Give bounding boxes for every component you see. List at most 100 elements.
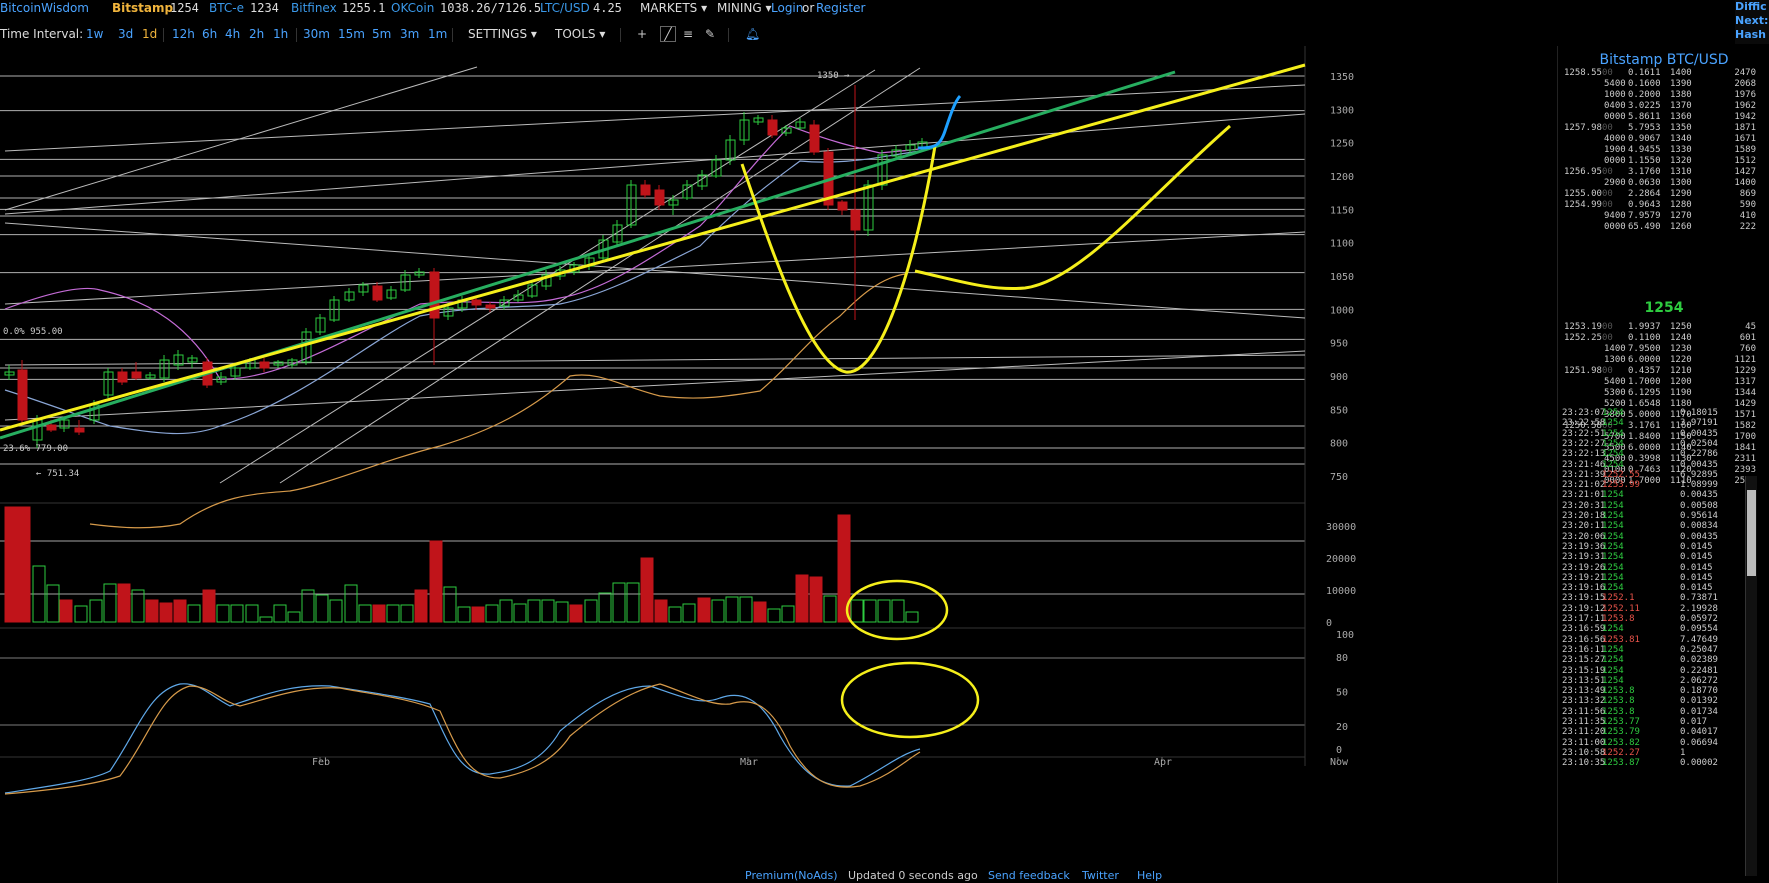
ask-price: 1900	[1564, 145, 1626, 155]
interval-15m[interactable]: 15m	[338, 27, 365, 41]
markets-menu[interactable]: MARKETS ▾	[640, 1, 707, 15]
trade-price: 1253.8	[1602, 614, 1635, 624]
fib-tool-icon[interactable]: ≡	[683, 27, 693, 41]
volume-bar	[541, 599, 555, 623]
volume-series	[4, 506, 919, 623]
trade-amount: 0.02504	[1680, 438, 1718, 449]
trade-row: 23:10:35 1253.87 0.00002	[1558, 758, 1763, 770]
login-link[interactable]: Login	[771, 1, 803, 15]
twitter-link[interactable]: Twitter	[1082, 869, 1119, 882]
toolbar-divider	[163, 28, 164, 42]
candle-body	[850, 209, 861, 231]
ask-col: 0.0630	[1628, 178, 1661, 188]
updated-status: Updated 0 seconds ago	[848, 869, 978, 882]
interval-1h[interactable]: 1h	[273, 27, 288, 41]
trade-time: 23:16:59	[1562, 624, 1606, 635]
interval-2h[interactable]: 2h	[249, 27, 264, 41]
interval-3m[interactable]: 3m	[400, 27, 419, 41]
volume-bar	[230, 604, 244, 623]
register-link[interactable]: Register	[816, 1, 865, 15]
trade-amount: 0.22786	[1680, 449, 1718, 460]
price-chart[interactable]: 1350130012501200115011001050100095090085…	[0, 46, 1556, 883]
ask-row: 0000 65.490 1260 222	[1558, 222, 1763, 234]
volume-bar	[584, 599, 598, 623]
trade-time: 23:11:56	[1562, 706, 1606, 717]
ask-col: 1380	[1670, 90, 1692, 100]
interval-3d[interactable]: 3d	[118, 27, 133, 41]
volume-bar	[414, 589, 428, 623]
interval-12h[interactable]: 12h	[172, 27, 195, 41]
ticker-okcoin[interactable]: OKCoin	[391, 1, 434, 15]
ticker-btce[interactable]: BTC-e	[209, 1, 244, 15]
volume-bar	[569, 604, 583, 623]
volume-highlight-ellipse	[845, 579, 949, 641]
ask-price: 1256.9500	[1564, 167, 1613, 177]
time-interval-label: Time Interval:	[0, 27, 84, 41]
interval-1w[interactable]: 1w	[86, 27, 103, 41]
mining-menu[interactable]: MINING ▾	[717, 1, 772, 15]
feedback-link[interactable]: Send feedback	[988, 869, 1070, 882]
interval-5m[interactable]: 5m	[372, 27, 391, 41]
volume-bar	[485, 604, 499, 623]
mining-label: MINING	[717, 1, 762, 15]
bid-col: 0.4357	[1628, 366, 1661, 376]
trade-price: 1254	[1602, 562, 1624, 573]
ask-price: 4000	[1564, 134, 1626, 144]
alert-bell-icon[interactable]: 🔔︎	[745, 27, 760, 41]
interval-30m[interactable]: 30m	[303, 27, 330, 41]
volume-bar	[527, 599, 541, 623]
ask-price: 0400	[1564, 101, 1626, 111]
ask-col: 7.9579	[1628, 211, 1661, 221]
volume-bar	[443, 586, 457, 623]
bid-col: 760	[1739, 344, 1756, 354]
trade-price: 1254	[1602, 428, 1624, 439]
ticker-bitstamp[interactable]: Bitstamp	[112, 1, 173, 15]
volume-bar	[117, 583, 131, 623]
ticker-bitfinex[interactable]: Bitfinex	[291, 1, 337, 15]
interval-1d[interactable]: 1d	[142, 27, 157, 41]
settings-menu[interactable]: SETTINGS ▾	[468, 27, 537, 41]
brand-logo[interactable]: BitcoinWisdom	[0, 1, 89, 15]
price-tick-label: 1150	[1330, 205, 1354, 216]
crosshair-icon[interactable]: +	[637, 27, 647, 41]
interval-6h[interactable]: 6h	[202, 27, 217, 41]
markets-label: MARKETS	[640, 1, 698, 15]
candle-body	[471, 299, 482, 306]
pencil-icon[interactable]: ✎	[705, 27, 715, 41]
bid-col: 1229	[1734, 366, 1756, 376]
price-tick-label: 900	[1330, 372, 1348, 383]
trade-amount: 0.22481	[1680, 665, 1718, 676]
trade-price: 1253.99	[1602, 480, 1640, 491]
trade-price: 1254	[1602, 583, 1624, 594]
trade-amount: 0.06694	[1680, 737, 1718, 748]
scrollbar-thumb[interactable]	[1747, 490, 1756, 576]
line-tool-icon[interactable]: ╱	[660, 26, 676, 42]
trade-price: 1253.82	[1602, 737, 1640, 748]
ask-col: 1962	[1734, 101, 1756, 111]
trade-price: 1252.27	[1602, 747, 1640, 758]
trade-amount: 0.00435	[1680, 531, 1718, 542]
toolbar-divider	[728, 28, 729, 42]
volume-bar	[711, 599, 725, 623]
volume-bar	[513, 603, 527, 623]
volume-bar	[697, 597, 711, 623]
trades-scrollbar[interactable]	[1745, 476, 1757, 876]
trade-amount: 0.05972	[1680, 614, 1718, 624]
trade-time: 23:19:31	[1562, 552, 1606, 563]
trade-price: 1254	[1602, 449, 1624, 460]
interval-1m[interactable]: 1m	[428, 27, 447, 41]
ask-col: 4.9455	[1628, 145, 1661, 155]
tools-menu[interactable]: TOOLS ▾	[555, 27, 605, 41]
difficulty-panel: Diffic Next: Hash	[1735, 0, 1769, 44]
ticker-ltcusd[interactable]: LTC/USD	[540, 1, 590, 15]
trade-time: 23:20:11	[1562, 521, 1606, 532]
volume-bar	[344, 584, 358, 623]
premium-link[interactable]: Premium(NoAds)	[745, 869, 838, 882]
help-link[interactable]: Help	[1137, 869, 1162, 882]
trade-time: 23:21:39	[1562, 469, 1606, 480]
ask-price-suffix: 0000	[1604, 156, 1626, 166]
trade-time: 23:22:58	[1562, 418, 1606, 429]
volume-tick-label: 10000	[1326, 586, 1356, 597]
interval-4h[interactable]: 4h	[225, 27, 240, 41]
trade-price: 1254	[1602, 552, 1624, 563]
